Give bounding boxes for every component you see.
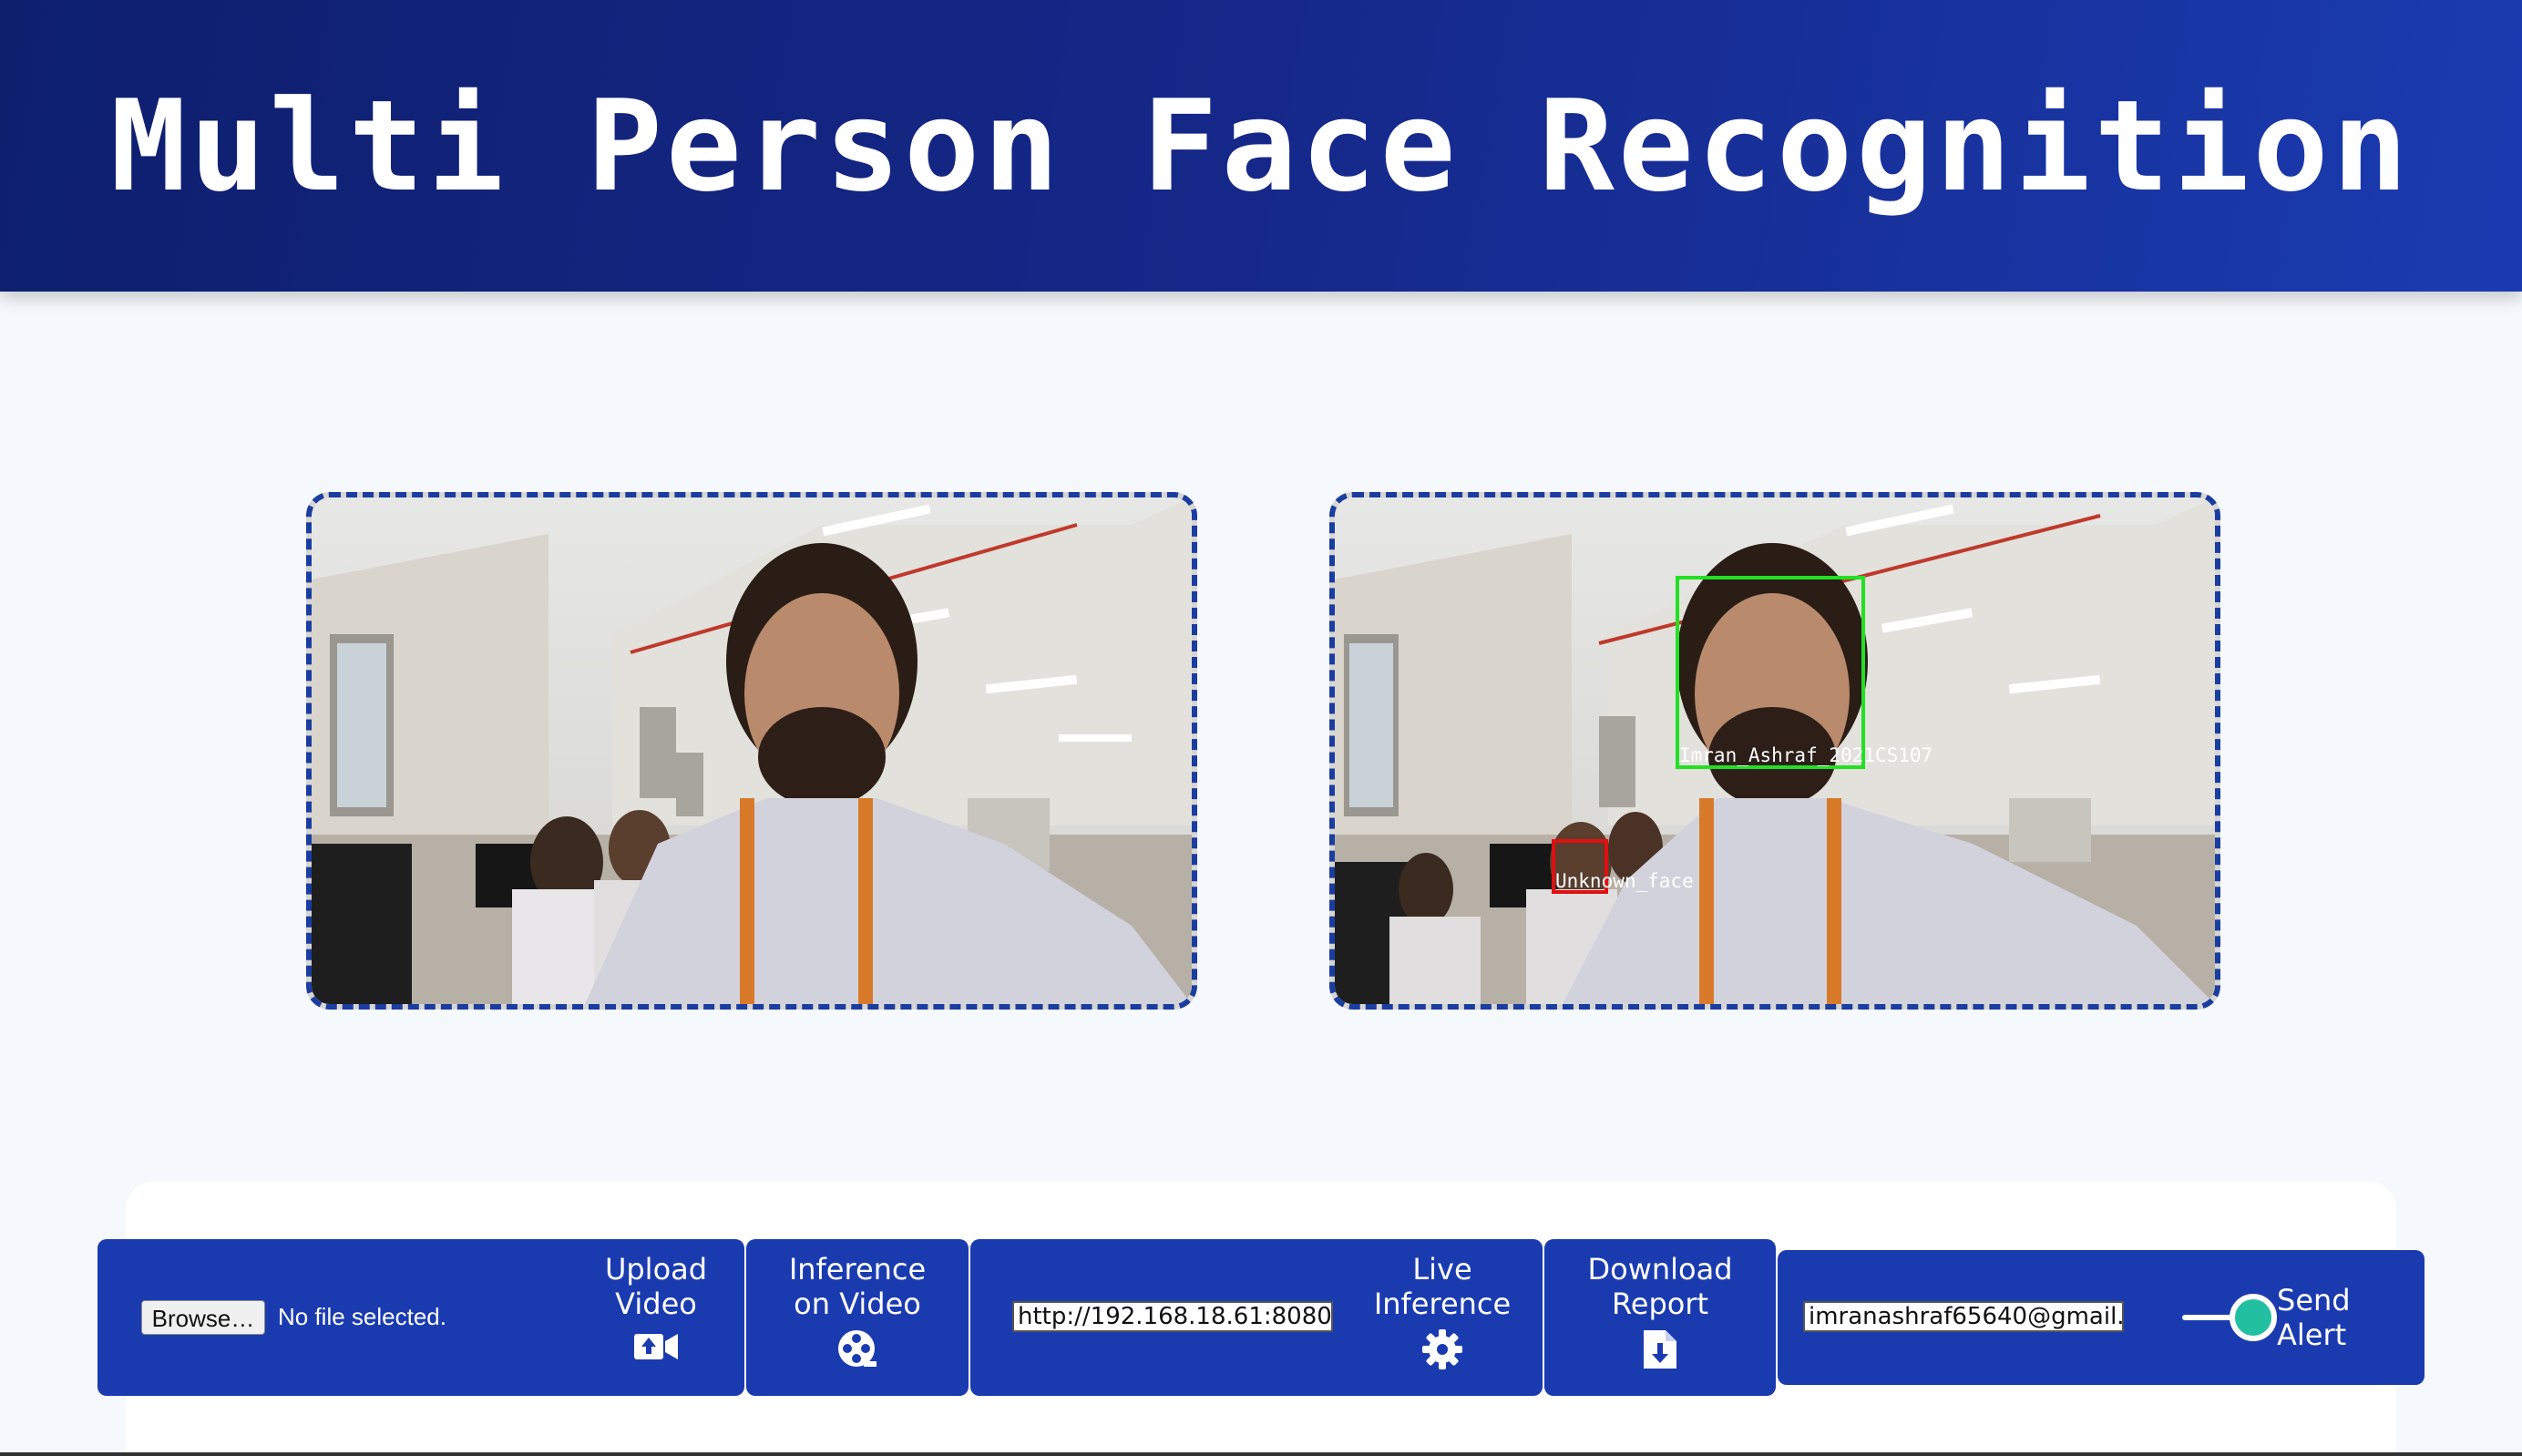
film-reel-icon [838, 1330, 877, 1367]
upload-group: Browse… No file selected. Upload Video [97, 1239, 744, 1396]
known-face-label: Imran_Ashraf_2021CS107 [1679, 744, 1933, 766]
upload-label-line1: Upload [604, 1252, 708, 1287]
inference-video-group: Inference on Video [746, 1239, 969, 1396]
live-label-line2: Inference [1373, 1287, 1512, 1321]
live-label-line1: Live [1412, 1252, 1472, 1287]
inference-on-video-button[interactable]: Inference on Video [746, 1252, 969, 1369]
alert-label-line2: Alert [2277, 1318, 2347, 1352]
output-video-frame: Imran_Ashraf_2021CS107 Unknown_face [1329, 492, 2220, 1010]
inference-label-line1: Inference [788, 1252, 927, 1287]
send-alert-label[interactable]: Send Alert [2277, 1283, 2404, 1352]
file-download-icon [1644, 1330, 1676, 1369]
inference-label-line2: on Video [794, 1287, 921, 1321]
app-header: Multi Person Face Recognition [0, 0, 2522, 292]
video-camera-upload-icon [634, 1334, 678, 1359]
stream-url-input[interactable]: http://192.168.18.61:8080/vi [1012, 1301, 1333, 1332]
upload-label-line2: Video [615, 1287, 697, 1321]
input-video-image [312, 497, 1192, 1004]
download-report-button[interactable]: Download Report [1544, 1252, 1776, 1370]
report-label-line2: Report [1611, 1287, 1709, 1321]
alert-toggle[interactable] [2182, 1294, 2277, 1341]
live-inference-button[interactable]: Live Inference [1351, 1252, 1533, 1370]
alert-label-line1: Send [2277, 1283, 2351, 1318]
report-group: Download Report [1544, 1239, 1776, 1396]
gear-icon [1422, 1329, 1462, 1369]
alert-group: imranashraf65640@gmail.co Send Alert [1778, 1250, 2425, 1385]
bottom-border [0, 1452, 2522, 1456]
unknown-face-label: Unknown_face [1555, 870, 1694, 892]
toggle-knob [2230, 1294, 2277, 1341]
input-video-frame [306, 492, 1197, 1010]
output-video-image: Imran_Ashraf_2021CS107 Unknown_face [1335, 497, 2215, 1004]
email-input[interactable]: imranashraf65640@gmail.co [1803, 1301, 2124, 1332]
page-title: Multi Person Face Recognition [110, 72, 2412, 220]
file-status: No file selected. [278, 1303, 446, 1330]
live-inference-group: http://192.168.18.61:8080/vi Live Infere… [970, 1239, 1543, 1396]
report-label-line1: Download [1587, 1252, 1733, 1287]
browse-button[interactable]: Browse… [141, 1300, 265, 1335]
upload-video-button[interactable]: Upload Video [588, 1252, 724, 1365]
